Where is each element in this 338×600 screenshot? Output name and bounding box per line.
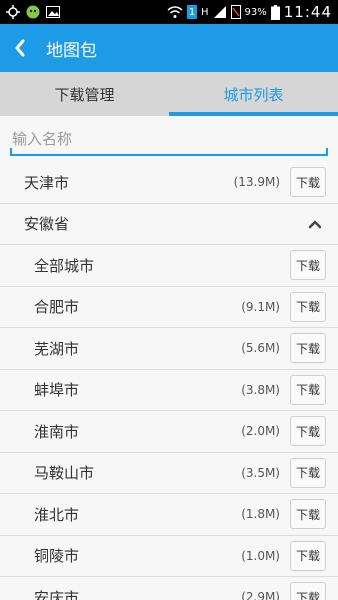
download-button[interactable]: 下载 xyxy=(290,250,326,281)
no-sim-icon xyxy=(230,5,241,19)
list-item-tongling[interactable]: 铜陵市 (1.0M) 下载 xyxy=(0,535,338,577)
city-name: 安庆市 xyxy=(34,588,80,600)
list-item-huainan[interactable]: 淮南市 (2.0M) 下载 xyxy=(0,411,338,453)
tab-bar: 下载管理 城市列表 xyxy=(0,72,338,116)
package-size: (2.0M) xyxy=(241,424,280,439)
city-list: 天津市 (13.9M) 下载 安徽省 全部城市 下载 合肥市 (9.1M) 下载… xyxy=(0,162,338,600)
province-name: 安徽省 xyxy=(24,215,70,234)
sim-badge: 1 xyxy=(187,5,197,19)
package-size: (9.1M) xyxy=(241,299,280,314)
input-edge-right xyxy=(326,148,328,156)
clock: 11:44 xyxy=(283,3,332,21)
list-item-maanshan[interactable]: 马鞍山市 (3.5M) 下载 xyxy=(0,452,338,494)
list-item-bengbu[interactable]: 蚌埠市 (3.8M) 下载 xyxy=(0,369,338,411)
back-arrow-icon xyxy=(15,39,25,57)
chevron-up-icon[interactable] xyxy=(308,217,322,231)
input-edge-left xyxy=(10,148,12,156)
city-name: 合肥市 xyxy=(34,298,80,317)
image-notification-icon xyxy=(46,6,60,18)
wifi-icon xyxy=(167,5,183,19)
network-type-label: H xyxy=(201,6,209,18)
download-button[interactable]: 下载 xyxy=(290,167,326,198)
download-button[interactable]: 下载 xyxy=(290,374,326,405)
list-item-wuhu[interactable]: 芜湖市 (5.6M) 下载 xyxy=(0,328,338,370)
battery-icon xyxy=(270,4,280,20)
tab-city-list[interactable]: 城市列表 xyxy=(169,72,338,116)
city-name: 铜陵市 xyxy=(34,547,80,566)
city-name: 淮南市 xyxy=(34,422,80,441)
download-button[interactable]: 下载 xyxy=(290,291,326,322)
package-size: (2.9M) xyxy=(241,590,280,600)
gps-icon xyxy=(6,5,20,19)
city-name: 天津市 xyxy=(24,173,70,192)
package-size: (3.5M) xyxy=(241,465,280,480)
package-size: (1.0M) xyxy=(241,548,280,563)
city-name: 全部城市 xyxy=(34,256,95,275)
city-name: 淮北市 xyxy=(34,505,80,524)
package-size: (13.9M) xyxy=(233,175,280,190)
city-name: 蚌埠市 xyxy=(34,381,80,400)
download-button[interactable]: 下载 xyxy=(290,582,326,600)
signal-icon xyxy=(213,5,227,19)
province-header-anhui[interactable]: 安徽省 xyxy=(0,203,338,245)
download-button[interactable]: 下载 xyxy=(290,333,326,364)
download-button[interactable]: 下载 xyxy=(290,499,326,530)
search-input[interactable] xyxy=(10,124,328,156)
back-button[interactable] xyxy=(0,24,40,72)
app-notification-icon xyxy=(26,5,40,19)
app-bar: 地图包 xyxy=(0,24,338,72)
download-button[interactable]: 下载 xyxy=(290,540,326,571)
package-size: (3.8M) xyxy=(241,382,280,397)
list-item-hefei[interactable]: 合肥市 (9.1M) 下载 xyxy=(0,286,338,328)
download-button[interactable]: 下载 xyxy=(290,416,326,447)
download-button[interactable]: 下载 xyxy=(290,457,326,488)
city-name: 马鞍山市 xyxy=(34,464,95,483)
search-bar xyxy=(0,116,338,162)
package-size: (1.8M) xyxy=(241,507,280,522)
status-bar-left xyxy=(0,5,60,19)
package-size: (5.6M) xyxy=(241,341,280,356)
list-item-tianjin[interactable]: 天津市 (13.9M) 下载 xyxy=(0,162,338,204)
page-title: 地图包 xyxy=(46,40,97,61)
list-item-huaibei[interactable]: 淮北市 (1.8M) 下载 xyxy=(0,494,338,536)
city-name: 芜湖市 xyxy=(34,339,80,358)
tab-download-manager[interactable]: 下载管理 xyxy=(0,72,169,116)
battery-percent: 93% xyxy=(244,6,267,18)
status-bar-right: 1 H 93% 11:44 xyxy=(167,3,338,21)
status-bar: 1 H 93% 11:44 xyxy=(0,0,338,24)
list-item-all-cities[interactable]: 全部城市 下载 xyxy=(0,245,338,287)
list-item-anqing[interactable]: 安庆市 (2.9M) 下载 xyxy=(0,577,338,600)
